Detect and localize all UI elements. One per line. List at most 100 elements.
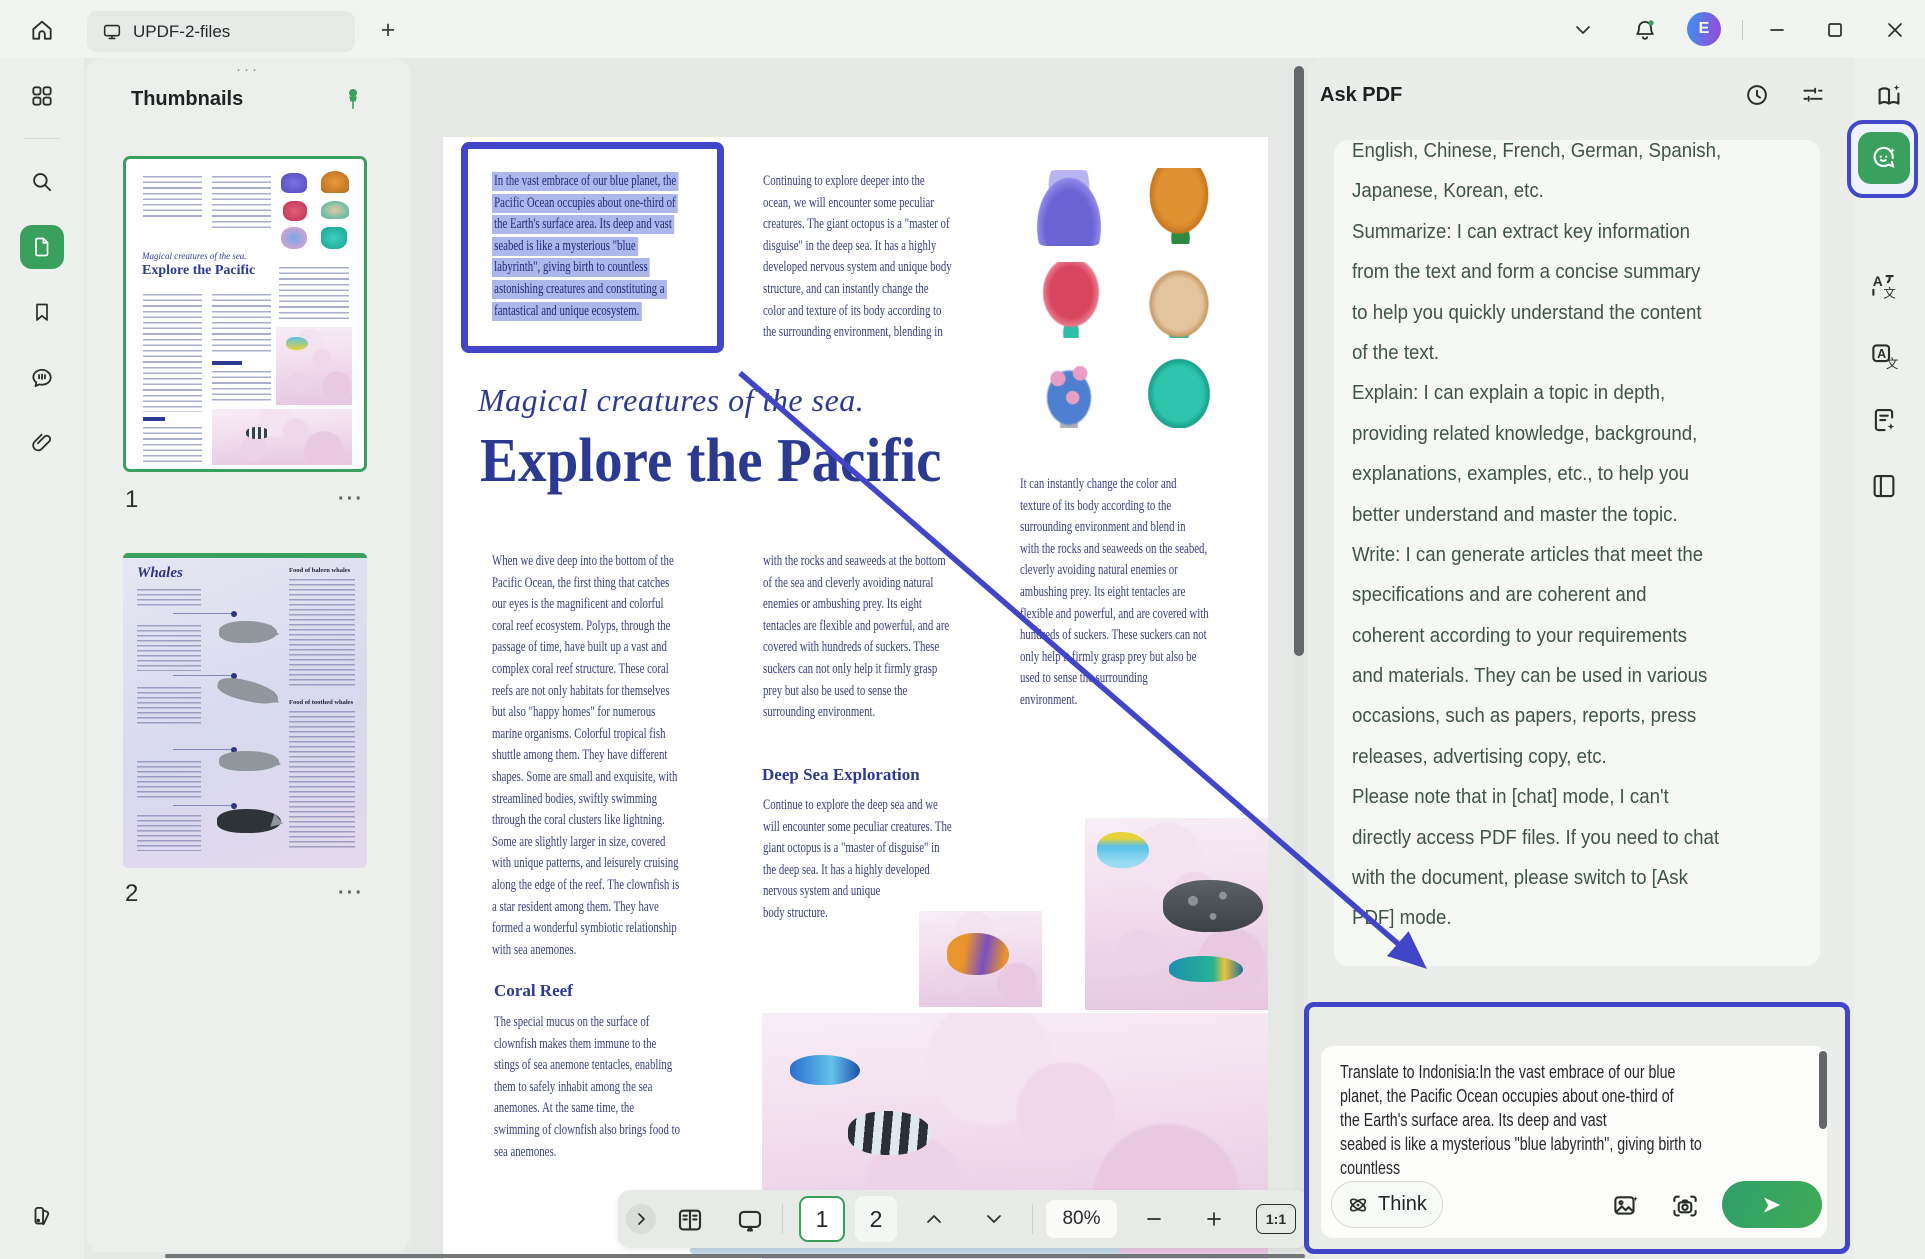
- search-icon: [29, 169, 55, 195]
- next-page-button[interactable]: [978, 1204, 1010, 1234]
- pdf-image-clownfish: [919, 911, 1042, 1007]
- note-sparkle-icon: [1869, 405, 1899, 435]
- history-button[interactable]: [1740, 78, 1774, 112]
- bottom-toolbar: 1 2 80% 1:1: [618, 1190, 1308, 1248]
- document-tab-label: UPDF-2-files: [133, 22, 230, 42]
- thumb2-whale-orca: [217, 809, 281, 833]
- rail-summary-book-button[interactable]: [1868, 76, 1910, 116]
- thumbnail-2-more-button[interactable]: ···: [338, 882, 364, 905]
- document-tab[interactable]: UPDF-2-files: [87, 11, 355, 52]
- bookmark-icon: [30, 300, 54, 324]
- maximize-button[interactable]: [1818, 14, 1852, 46]
- zoom-in-button[interactable]: [1198, 1204, 1230, 1234]
- paperclip-icon: [29, 430, 55, 456]
- thumb1-title: Explore the Pacific: [142, 263, 255, 279]
- presentation-icon: [735, 1205, 765, 1235]
- translate-icon: A文: [1869, 271, 1899, 301]
- rail-reader-button[interactable]: [1863, 466, 1905, 506]
- thumb1-subtitle: Magical creatures of the sea.: [142, 251, 247, 261]
- chat-input-scrollbar[interactable]: [1819, 1051, 1827, 1129]
- thumb1-column: [279, 267, 349, 323]
- pin-icon: [342, 87, 364, 111]
- rail-summarize-button[interactable]: [1863, 400, 1905, 440]
- screenshot-button[interactable]: [1666, 1188, 1704, 1224]
- clock-icon: [1743, 81, 1771, 109]
- page-icon: [30, 235, 54, 259]
- swatch-cards-icon: [29, 1203, 55, 1229]
- thumbnails-title: Thumbnails: [131, 88, 243, 111]
- plus-icon: [1205, 1210, 1223, 1228]
- previous-page-button[interactable]: [918, 1204, 950, 1234]
- collapse-bar-button[interactable]: [626, 1204, 656, 1234]
- home-button[interactable]: [25, 13, 59, 47]
- pdf-column2-mid: with the rocks and seaweeds at the botto…: [763, 551, 1022, 724]
- sidebar-item-styles[interactable]: [20, 1194, 64, 1238]
- svg-text:A: A: [1873, 274, 1883, 289]
- thumb1-coral-grid: [279, 169, 355, 249]
- avatar[interactable]: E: [1687, 12, 1721, 46]
- rail-ai-chat-button[interactable]: [1858, 132, 1910, 184]
- page-number-input[interactable]: 1: [799, 1196, 845, 1242]
- chevron-up-icon: [926, 1214, 942, 1224]
- pdf-heading-coral-reef: Coral Reef: [494, 981, 573, 1001]
- presentation-button[interactable]: [732, 1202, 768, 1238]
- pdf-image-coral-fish-large: [1085, 818, 1268, 1010]
- ask-pdf-title: Ask PDF: [1320, 84, 1402, 107]
- thumbnail-1-number: 1: [125, 486, 138, 514]
- notifications-button[interactable]: [1628, 14, 1662, 46]
- think-label: Think: [1378, 1193, 1427, 1216]
- pin-panel-button[interactable]: [336, 82, 370, 116]
- thumb1-column: [212, 294, 271, 354]
- svg-text:文: 文: [1886, 356, 1899, 371]
- sidebar-item-comments[interactable]: [20, 356, 64, 400]
- thumbnail-page-1[interactable]: Magical creatures of the sea. Explore th…: [123, 156, 367, 472]
- rail-translate-page-button[interactable]: A文: [1863, 336, 1905, 376]
- thumb2-whale: [219, 751, 279, 771]
- insert-image-button[interactable]: [1607, 1188, 1645, 1224]
- page-2-button[interactable]: 2: [855, 1196, 897, 1242]
- think-toggle-button[interactable]: Think: [1331, 1181, 1443, 1228]
- pdf-coral-reef-paragraph: The special mucus on the surface ofclown…: [494, 1012, 752, 1163]
- sidebar-item-attachments[interactable]: [20, 421, 64, 465]
- thumb2-title: Whales: [137, 565, 183, 582]
- zoom-level-display[interactable]: 80%: [1046, 1200, 1117, 1238]
- titlebar-separator: [1742, 20, 1743, 40]
- thumb1-column: [143, 294, 202, 412]
- chevron-right-icon: [635, 1212, 647, 1226]
- pdf-scrollbar-thumb[interactable]: [1294, 66, 1304, 656]
- pdf-subtitle: Magical creatures of the sea.: [478, 382, 864, 419]
- sidebar-item-grid[interactable]: [20, 74, 64, 118]
- right-rail: [1854, 58, 1925, 1259]
- thumbnail-1-more-button[interactable]: ···: [338, 488, 364, 511]
- translate-box-icon: A文: [1869, 341, 1899, 371]
- sidebar-item-thumbnails[interactable]: [20, 225, 64, 269]
- minimize-button[interactable]: [1760, 14, 1794, 46]
- window-bottom-scroll-edge[interactable]: [165, 1254, 1305, 1258]
- image-sparkle-icon: [1611, 1191, 1641, 1221]
- thumb2-whale: [216, 674, 281, 708]
- svg-text:A: A: [1877, 347, 1886, 361]
- coral-purple-anemone: [1032, 170, 1106, 246]
- ai-message-text: English, Chinese, French, German, Spanis…: [1352, 140, 1820, 939]
- thumb2-heading-1: Food of baleen whales: [289, 567, 355, 574]
- thumb2-top-indicator: [123, 553, 367, 558]
- zoom-out-button[interactable]: [1138, 1204, 1170, 1234]
- minimize-icon: [1768, 21, 1786, 39]
- thumbnail-page-2[interactable]: Whales Food of baleen whales Food of too…: [123, 553, 367, 868]
- svg-text:文: 文: [1883, 285, 1896, 300]
- actual-size-button[interactable]: 1:1: [1256, 1204, 1296, 1234]
- titlebar-chevron-button[interactable]: [1566, 14, 1600, 46]
- rail-translate-button[interactable]: A文: [1863, 266, 1905, 306]
- pdf-deep-sea-paragraph: Continue to explore the deep sea and wew…: [763, 795, 1025, 925]
- settings-button[interactable]: [1796, 78, 1830, 112]
- sidebar-item-search[interactable]: [20, 160, 64, 204]
- new-tab-button[interactable]: +: [372, 14, 404, 46]
- pdf-heading-deep-sea: Deep Sea Exploration: [762, 765, 920, 785]
- chevron-down-icon: [1575, 25, 1591, 35]
- send-button[interactable]: [1722, 1181, 1822, 1228]
- sidebar-item-bookmarks[interactable]: [20, 290, 64, 334]
- panel-drag-handle[interactable]: ···: [226, 66, 270, 74]
- close-button[interactable]: [1878, 14, 1912, 46]
- bottom-bar-separator: [782, 1204, 783, 1234]
- page-layout-button[interactable]: [672, 1202, 708, 1238]
